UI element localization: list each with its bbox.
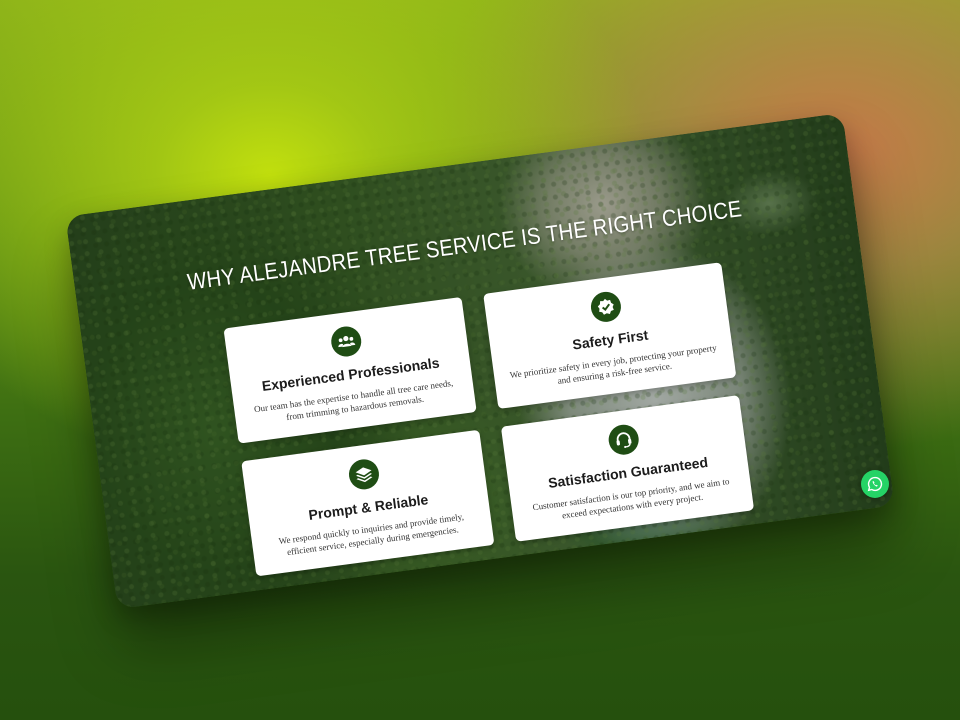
headset-icon	[606, 422, 641, 457]
whatsapp-icon	[867, 476, 883, 492]
whatsapp-button[interactable]	[861, 470, 889, 498]
screenshot-frame: WHY ALEJANDRE TREE SERVICE IS THE RIGHT …	[65, 112, 895, 610]
layers-icon	[347, 457, 381, 492]
check-badge-icon	[589, 290, 623, 324]
users-icon	[329, 324, 364, 359]
